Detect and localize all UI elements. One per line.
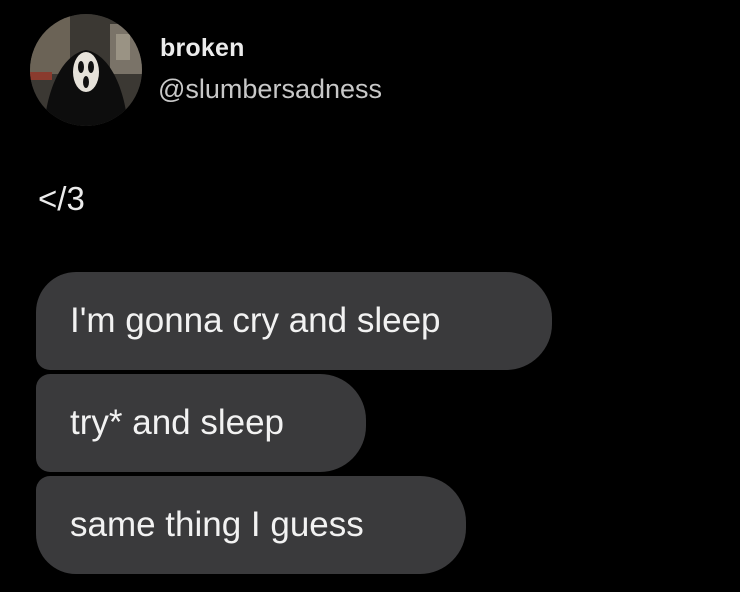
display-name[interactable]: broken — [160, 34, 245, 63]
ghostface-avatar-icon — [30, 14, 142, 126]
message-text: same thing I guess — [70, 505, 364, 544]
message-text: try* and sleep — [70, 403, 285, 442]
message-bubble: try* and sleep — [36, 374, 366, 472]
avatar[interactable] — [30, 14, 142, 126]
tweet-text: </3 — [38, 180, 85, 217]
message-bubble: I'm gonna cry and sleep — [36, 272, 552, 370]
message-bubble: same thing I guess — [36, 476, 466, 574]
message-text: I'm gonna cry and sleep — [70, 301, 441, 340]
user-handle[interactable]: @slumbersadness — [158, 74, 382, 105]
